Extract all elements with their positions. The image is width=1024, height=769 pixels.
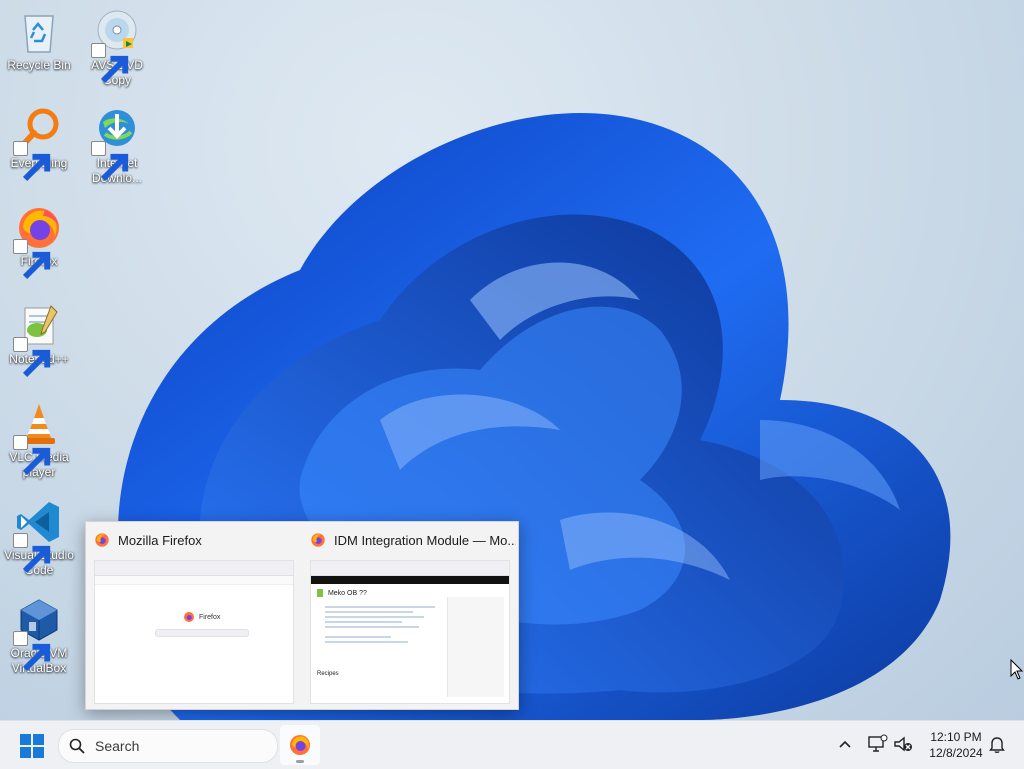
firefox-icon xyxy=(95,533,109,547)
desktop[interactable]: Recycle Bin AVS DVD Copy Everything Inte… xyxy=(0,0,1024,720)
firefox-icon xyxy=(184,612,194,622)
desktop-icon-vscode[interactable]: Visual Studio Code xyxy=(1,498,77,578)
taskbar-window-preview: Mozilla Firefox Firefox IDM Integration … xyxy=(85,521,519,710)
desktop-icon-virtualbox[interactable]: Oracle VM VirtualBox xyxy=(1,596,77,676)
internet-download-manager-icon xyxy=(91,106,141,182)
preview-header: Mozilla Firefox xyxy=(86,522,300,558)
shortcut-arrow-icon xyxy=(13,631,51,672)
shortcut-arrow-icon xyxy=(91,141,129,182)
clock[interactable]: 12:10 PM 12/8/2024 xyxy=(916,729,996,761)
preview-thumbnail-firefox[interactable]: Mozilla Firefox Firefox xyxy=(86,522,300,709)
desktop-icon-internet-download-manager[interactable]: Internet Downlo... xyxy=(79,106,155,186)
virtualbox-icon xyxy=(13,596,63,672)
clock-time: 12:10 PM xyxy=(930,730,982,744)
recycle-bin-icon xyxy=(15,8,63,56)
search-placeholder: Search xyxy=(95,738,140,754)
notepad-plus-plus-icon xyxy=(13,302,63,378)
running-indicator xyxy=(296,760,304,763)
taskbar-app-firefox[interactable] xyxy=(280,725,320,765)
clock-date: 12/8/2024 xyxy=(929,746,983,760)
volume-muted-icon xyxy=(894,736,912,752)
firefox-icon xyxy=(13,204,63,280)
desktop-icon-vlc[interactable]: VLC media player xyxy=(1,400,77,480)
preview-thumbnail-idm[interactable]: IDM Integration Module — Mo... Meko OB ?… xyxy=(302,522,516,709)
shortcut-arrow-icon xyxy=(91,43,129,84)
preview-content: Firefox xyxy=(94,560,294,704)
dvd-disc-icon xyxy=(91,8,141,84)
notifications-button[interactable] xyxy=(986,733,1008,755)
preview-title: IDM Integration Module — Mo... xyxy=(334,532,516,548)
shortcut-arrow-icon xyxy=(13,239,51,280)
search-icon xyxy=(69,738,85,754)
shortcut-arrow-icon xyxy=(13,141,51,182)
preview-title: Mozilla Firefox xyxy=(118,532,202,548)
network-icon xyxy=(868,734,888,752)
preview-section-label: Recipes xyxy=(317,671,339,677)
volume-button[interactable] xyxy=(892,733,914,755)
preview-header: IDM Integration Module — Mo... xyxy=(302,522,516,558)
vscode-icon xyxy=(13,498,63,574)
bell-icon xyxy=(989,737,1005,754)
taskbar-search-box[interactable]: Search xyxy=(58,729,278,763)
shortcut-arrow-icon xyxy=(13,533,51,574)
network-status-button[interactable] xyxy=(866,733,888,755)
windows-logo-icon xyxy=(20,734,44,758)
shortcut-arrow-icon xyxy=(13,435,51,476)
magnifier-icon xyxy=(13,106,63,182)
mouse-cursor-icon xyxy=(1010,659,1024,680)
start-button[interactable] xyxy=(20,734,44,758)
chevron-up-icon xyxy=(839,740,851,748)
desktop-icon-notepad-plus-plus[interactable]: Notepad++ xyxy=(1,302,77,378)
desktop-icon-avs-dvd-copy[interactable]: AVS DVD Copy xyxy=(79,8,155,88)
desktop-icon-recycle-bin[interactable]: Recycle Bin xyxy=(1,8,77,73)
preview-content-label: Meko OB ?? xyxy=(327,589,367,597)
shortcut-arrow-icon xyxy=(13,337,51,378)
preview-content-label: Firefox xyxy=(199,613,221,621)
desktop-icon-label: Recycle Bin xyxy=(7,58,71,72)
firefox-icon xyxy=(290,735,310,755)
firefox-icon xyxy=(311,533,325,547)
vlc-cone-icon xyxy=(13,400,63,476)
show-hidden-icons-button[interactable] xyxy=(834,733,856,755)
desktop-icon-everything[interactable]: Everything xyxy=(1,106,77,182)
desktop-icon-firefox[interactable]: Firefox xyxy=(1,204,77,280)
taskbar: Search 12:10 PM 12/8/2024 xyxy=(0,720,1024,769)
preview-content: Meko OB ?? Recipes xyxy=(310,560,510,704)
